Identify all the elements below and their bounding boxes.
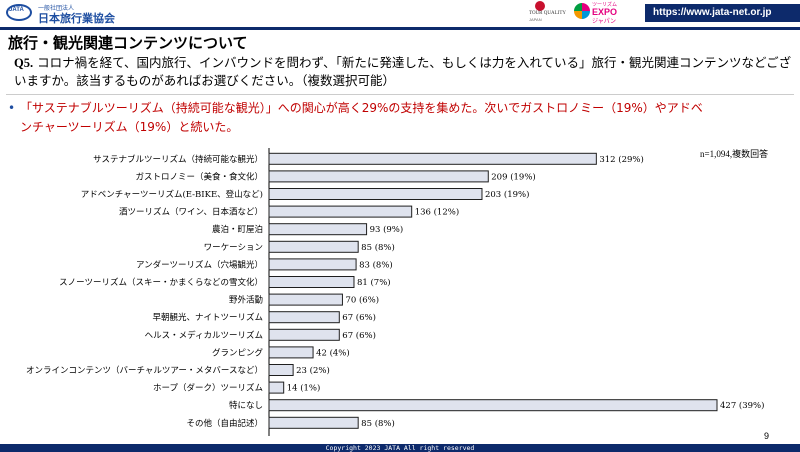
category-label: オンラインコンテンツ（バーチャルツアー・メタバースなど） xyxy=(26,365,263,376)
data-label: 209 (19%) xyxy=(491,171,535,182)
question-text: コロナ禍を経て、国内旅行、インバウンドを問わず、「新たに発達した、もしくは力を入… xyxy=(14,55,792,88)
data-label: 93 (9%) xyxy=(370,224,404,235)
data-label: 23 (2%) xyxy=(296,365,330,376)
title-divider xyxy=(0,27,800,30)
data-label: 42 (4%) xyxy=(316,347,350,358)
top-bar: JATA 一般社団法人 日本旅行業協会 TOUR QUALITY JAPAN ツ… xyxy=(0,0,800,26)
bar xyxy=(268,346,314,359)
site-url-link[interactable]: https://www.jata-net.or.jp xyxy=(645,4,800,22)
data-label: 203 (19%) xyxy=(485,189,529,200)
tour-quality-line1: TOUR QUALITY xyxy=(529,11,566,16)
jata-logo-abbr: JATA xyxy=(9,7,24,13)
question-block: Q5. コロナ禍を経て、国内旅行、インバウンドを問わず、「新たに発達した、もしく… xyxy=(14,54,794,90)
bullet-icon: • xyxy=(8,101,16,115)
data-label: 67 (6%) xyxy=(342,312,376,323)
data-label: 85 (8%) xyxy=(361,418,395,429)
category-label: ワーケーション xyxy=(204,243,263,253)
data-label: 85 (8%) xyxy=(361,242,395,253)
jata-logo[interactable]: JATA 一般社団法人 日本旅行業協会 xyxy=(6,3,146,25)
page-number: 9 xyxy=(764,431,770,441)
bar xyxy=(268,328,340,341)
tour-quality-logo: TOUR QUALITY JAPAN xyxy=(529,1,569,23)
bar xyxy=(268,399,718,412)
bar xyxy=(268,293,343,306)
category-label: 農泊・町屋泊 xyxy=(212,224,263,235)
category-label: アンダーツーリズム（穴場観光） xyxy=(136,259,263,270)
category-label: グランピング xyxy=(212,347,264,358)
data-label: 70 (6%) xyxy=(345,295,379,306)
tourism-expo-logo: ツーリズム EXPO ジャパン xyxy=(574,1,634,25)
bar xyxy=(268,258,357,271)
bar-chart: サステナブルツーリズム（持続可能な観光） 312 (29%) ガストロノミー（美食・… xyxy=(26,148,764,436)
data-label: 81 (7%) xyxy=(357,277,391,288)
data-label: 136 (12%) xyxy=(415,207,459,218)
data-label: 67 (6%) xyxy=(342,330,376,341)
bar xyxy=(268,311,340,324)
category-label: ホープ（ダーク）ツーリズム xyxy=(153,383,263,394)
summary-block: • 「サステナブルツーリズム（持続可能な観光）」への関心が高く29%の支持を集め… xyxy=(8,99,708,137)
category-label: その他（自由記述） xyxy=(186,418,263,429)
category-label: アドベンチャーツーリズム(E-BIKE、登山など) xyxy=(81,189,263,200)
sample-note: n=1,094,複数回答 xyxy=(700,149,769,159)
footer-copyright: Copyright 2023 JATA All right reserved xyxy=(0,444,800,452)
tour-quality-mark-icon xyxy=(535,1,545,11)
data-label: 312 (29%) xyxy=(599,154,643,165)
org-name: 日本旅行業協会 xyxy=(38,13,115,25)
bar xyxy=(268,170,489,183)
tour-quality-line2: JAPAN xyxy=(529,17,542,22)
category-label: ガストロノミー（美食・食文化） xyxy=(135,171,263,182)
bar xyxy=(268,188,483,200)
category-label: 早朝観光、ナイトツーリズム xyxy=(152,312,263,323)
page-title: 旅行・観光関連コンテンツについて xyxy=(8,34,248,52)
data-label: 14 (1%) xyxy=(287,383,321,394)
question-number: Q5. xyxy=(14,56,34,70)
bar xyxy=(268,364,294,376)
category-label: 特になし xyxy=(229,400,263,411)
bar xyxy=(268,223,368,236)
section-divider xyxy=(6,94,794,95)
bar xyxy=(268,416,359,429)
category-label: 野外活動 xyxy=(229,295,263,306)
expo-globe-icon xyxy=(574,3,590,19)
data-label: 427 (39%) xyxy=(720,400,764,411)
bar xyxy=(268,276,355,288)
category-label: スノーツーリズム（スキー・かまくらなどの雪文化） xyxy=(59,277,263,288)
bar xyxy=(268,381,285,394)
category-label: サステナブルツーリズム（持続可能な観光） xyxy=(93,154,263,165)
chart-bars: サステナブルツーリズム（持続可能な観光） 312 (29%) ガストロノミー（美食・… xyxy=(26,152,764,429)
category-label: 酒ツーリズム（ワイン、日本酒など） xyxy=(119,207,263,218)
category-label: ヘルス・メディカルツーリズム xyxy=(145,330,263,341)
bar xyxy=(268,240,359,253)
expo-line3: ジャパン xyxy=(592,19,617,25)
bar xyxy=(268,152,597,165)
summary-text: 「サステナブルツーリズム（持続可能な観光）」への関心が高く29%の支持を集めた。… xyxy=(20,101,703,134)
data-label: 83 (8%) xyxy=(359,259,393,270)
bar xyxy=(268,205,413,218)
